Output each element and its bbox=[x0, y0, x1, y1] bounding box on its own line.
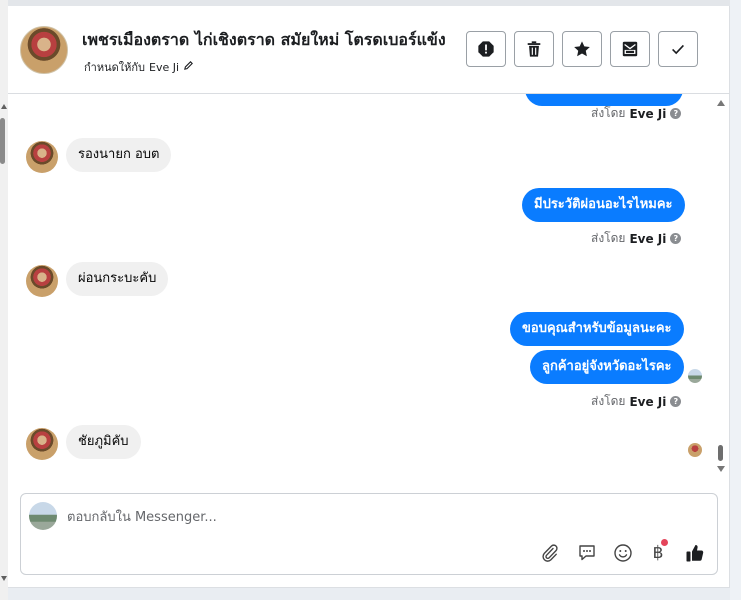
seen-receipt-avatar bbox=[688, 443, 702, 457]
like-button[interactable] bbox=[684, 542, 706, 564]
star-icon bbox=[574, 41, 590, 57]
delete-button[interactable] bbox=[514, 31, 554, 67]
contact-name: เพชรเมืองตราด ไก่เชิงตราด สมัยใหม่ โตรดเ… bbox=[82, 30, 446, 49]
sent-by-label: ส่งโดย Eve Ji ? bbox=[591, 229, 682, 248]
conversation-header: เพชรเมืองตราด ไก่เชิงตราด สมัยใหม่ โตรดเ… bbox=[8, 0, 730, 94]
message-bubble-incoming[interactable]: รองนายก อบต bbox=[66, 138, 172, 172]
sender-name: Eve Ji bbox=[629, 394, 667, 409]
sent-by-label: ส่งโดย Eve Ji ? bbox=[591, 104, 682, 123]
message-bubble-outgoing[interactable]: มีประวัติผ่อนอะไรไหมคะ bbox=[522, 188, 685, 222]
attach-button[interactable] bbox=[539, 542, 561, 564]
saved-replies-icon bbox=[579, 545, 595, 561]
customer-avatar[interactable] bbox=[26, 265, 58, 297]
sent-by-prefix: ส่งโดย bbox=[591, 394, 626, 408]
help-icon[interactable]: ? bbox=[670, 108, 682, 119]
assigned-label: กำหนดให้กับ bbox=[84, 61, 146, 74]
mark-done-button[interactable] bbox=[658, 31, 698, 67]
notification-dot bbox=[661, 539, 668, 546]
contact-avatar[interactable] bbox=[20, 26, 68, 74]
sent-by-prefix: ส่งโดย bbox=[591, 231, 626, 245]
page-scrollbar[interactable] bbox=[0, 0, 8, 600]
paperclip-icon bbox=[542, 544, 558, 562]
message-bubble-outgoing[interactable]: ลูกค้าอยู่จังหวัดอะไรคะ bbox=[530, 350, 684, 384]
page-avatar bbox=[29, 502, 57, 530]
scroll-thumb[interactable] bbox=[0, 118, 5, 164]
help-icon[interactable]: ? bbox=[670, 233, 682, 244]
message-list[interactable]: ส่งโดย Eve Ji ? รองนายก อบต มีประวัติผ่อ… bbox=[8, 94, 730, 476]
right-background bbox=[730, 0, 741, 600]
mark-unread-button[interactable] bbox=[610, 31, 650, 67]
message-bubble-incoming[interactable]: ผ่อนกระบะคับ bbox=[66, 262, 169, 296]
thumbs-up-icon bbox=[686, 545, 704, 562]
saved-replies-button[interactable] bbox=[576, 542, 598, 564]
scroll-down-arrow[interactable] bbox=[1, 576, 7, 581]
pencil-icon[interactable] bbox=[183, 60, 194, 74]
emoji-button[interactable] bbox=[612, 542, 634, 564]
message-bubble-incoming[interactable]: ชัยภูมิคับ bbox=[66, 425, 141, 459]
scroll-up-arrow[interactable] bbox=[717, 100, 725, 106]
sent-by-label: ส่งโดย Eve Ji ? bbox=[591, 392, 682, 411]
baht-icon: ฿ bbox=[652, 543, 664, 563]
sender-name: Eve Ji bbox=[629, 106, 667, 121]
star-button[interactable] bbox=[562, 31, 602, 67]
scroll-up-arrow[interactable] bbox=[1, 104, 7, 109]
alert-octagon-icon bbox=[478, 41, 494, 57]
envelope-icon bbox=[622, 41, 638, 57]
reply-box: ฿ bbox=[20, 493, 718, 575]
message-scrollbar[interactable] bbox=[715, 94, 727, 476]
checkmark-icon bbox=[672, 44, 684, 55]
emoji-icon bbox=[614, 544, 632, 562]
scroll-down-arrow[interactable] bbox=[717, 466, 725, 472]
reply-input[interactable] bbox=[67, 506, 667, 528]
sender-name: Eve Ji bbox=[629, 231, 667, 246]
seen-receipt-avatar bbox=[688, 369, 702, 383]
scroll-thumb[interactable] bbox=[718, 445, 723, 461]
assignee-row[interactable]: กำหนดให้กับ Eve Ji bbox=[84, 58, 194, 76]
assignee-name: Eve Ji bbox=[149, 60, 180, 74]
message-bubble-outgoing[interactable]: ขอบคุณสำหรับข้อมูลนะคะ bbox=[510, 312, 684, 346]
trash-icon bbox=[527, 41, 541, 57]
conversation-panel: เพชรเมืองตราด ไก่เชิงตราด สมัยใหม่ โตรดเ… bbox=[8, 0, 730, 588]
payment-button[interactable]: ฿ bbox=[647, 539, 669, 564]
help-icon[interactable]: ? bbox=[670, 396, 682, 407]
customer-avatar[interactable] bbox=[26, 428, 58, 460]
sent-by-prefix: ส่งโดย bbox=[591, 106, 626, 120]
mark-spam-button[interactable] bbox=[466, 31, 506, 67]
customer-avatar[interactable] bbox=[26, 141, 58, 173]
